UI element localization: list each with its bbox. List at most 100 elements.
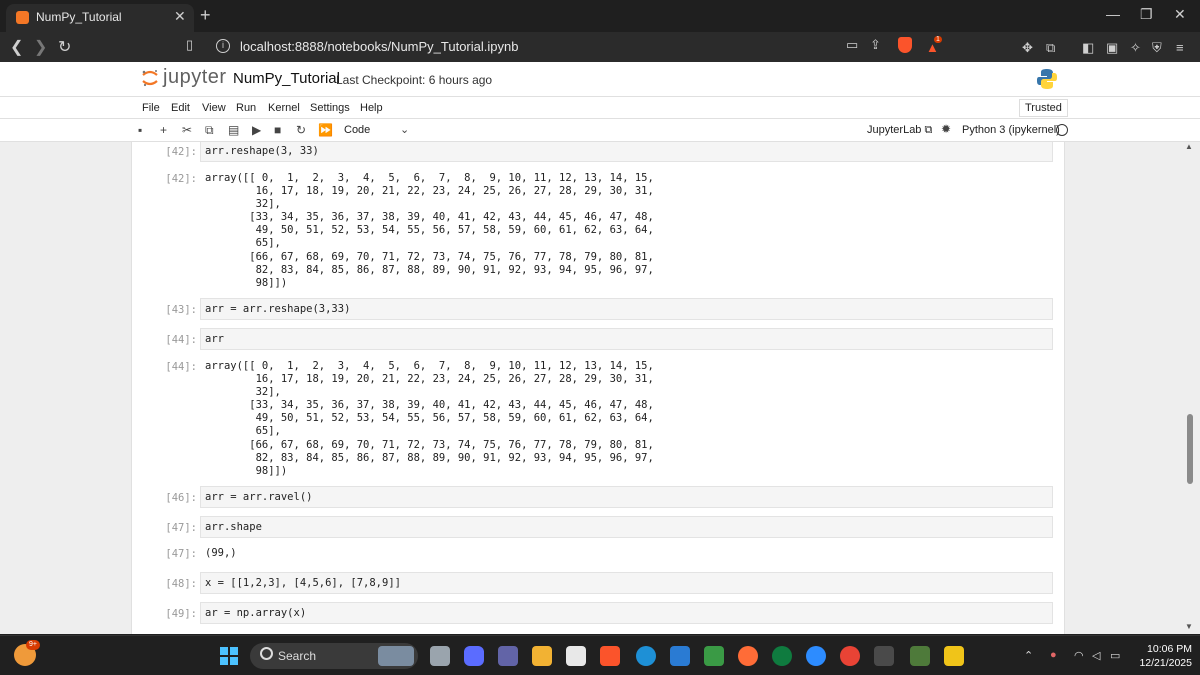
- menu-file[interactable]: File: [142, 102, 160, 114]
- teams-icon[interactable]: [498, 646, 518, 666]
- network-alert-icon[interactable]: ●: [1050, 649, 1057, 661]
- code-cell[interactable]: ar = np.array(x): [200, 602, 1053, 624]
- terminal-icon[interactable]: [874, 646, 894, 666]
- start-icon[interactable]: [220, 647, 238, 665]
- jupyterlab-link[interactable]: JupyterLab ⧉: [867, 124, 932, 137]
- code-text[interactable]: ar = np.array(x): [205, 607, 306, 619]
- code-cell[interactable]: arr.reshape(3, 33): [200, 142, 1053, 162]
- restart-run-all-icon[interactable]: ⏩: [318, 123, 333, 137]
- code-text[interactable]: arr = arr.reshape(3,33): [205, 303, 350, 315]
- copilot-icon[interactable]: [464, 646, 484, 666]
- input-prompt: [42]:: [165, 146, 197, 158]
- url-text[interactable]: localhost:8888/notebooks/NumPy_Tutorial.…: [240, 39, 518, 54]
- jupyter-logo-icon[interactable]: [140, 68, 160, 88]
- code-text[interactable]: arr.reshape(3, 33): [205, 145, 319, 157]
- kernel-name[interactable]: Python 3 (ipykernel): [962, 124, 1060, 136]
- postman-icon[interactable]: [738, 646, 758, 666]
- forward-icon[interactable]: ❯: [34, 37, 47, 57]
- code-text[interactable]: x = [[1,2,3], [4,5,6], [7,8,9]]: [205, 577, 401, 589]
- edge-icon[interactable]: [636, 646, 656, 666]
- code-cell[interactable]: arr.shape: [200, 516, 1053, 538]
- clock[interactable]: 10:06 PM 12/21/2025: [1136, 642, 1192, 670]
- bookmark-icon[interactable]: ▯: [186, 37, 193, 53]
- menu-kernel[interactable]: Kernel: [268, 102, 300, 114]
- vscode-icon[interactable]: [670, 646, 690, 666]
- restore-icon[interactable]: ❐: [1140, 6, 1153, 23]
- scrollbar-thumb[interactable]: [1187, 414, 1193, 484]
- code-cell[interactable]: x = [[1,2,3], [4,5,6], [7,8,9]]: [200, 572, 1053, 594]
- trusted-indicator[interactable]: Trusted: [1019, 99, 1068, 117]
- notebook-area: [42]: arr.reshape(3, 33) [42]: array([[ …: [0, 142, 1200, 634]
- chrome-icon[interactable]: [840, 646, 860, 666]
- vpn-icon[interactable]: ⛨: [1152, 40, 1162, 56]
- notification-badge: 1: [934, 36, 942, 43]
- menu-run[interactable]: Run: [236, 102, 256, 114]
- notebook-name[interactable]: NumPy_Tutorial: [233, 70, 340, 87]
- input-prompt: [43]:: [165, 304, 197, 316]
- powerbi-icon[interactable]: [944, 646, 964, 666]
- kernel-settings-icon[interactable]: ✹: [941, 122, 951, 136]
- reload-icon[interactable]: ↻: [58, 37, 71, 57]
- code-text[interactable]: arr = arr.ravel(): [205, 491, 312, 503]
- menu-view[interactable]: View: [202, 102, 226, 114]
- screenshot-icon[interactable]: ⧉: [1046, 40, 1055, 56]
- save-icon[interactable]: ▪: [138, 123, 142, 137]
- battery-icon[interactable]: ▭: [1110, 649, 1120, 662]
- search-label: Search: [278, 649, 317, 663]
- input-prompt: [48]:: [165, 578, 197, 590]
- search-icon: [260, 647, 273, 660]
- new-tab-button[interactable]: +: [200, 5, 211, 26]
- jupyter-favicon-icon: [16, 11, 29, 24]
- git-icon[interactable]: [704, 646, 724, 666]
- menu-edit[interactable]: Edit: [171, 102, 190, 114]
- paste-icon[interactable]: ▤: [228, 123, 239, 137]
- brave-shields-icon[interactable]: [898, 37, 912, 53]
- chevron-down-icon[interactable]: ⌄: [400, 123, 409, 136]
- stop-icon[interactable]: ■: [274, 123, 281, 137]
- window-close-icon[interactable]: ✕: [1174, 6, 1186, 23]
- site-info-icon[interactable]: i: [216, 39, 230, 53]
- code-text[interactable]: arr: [205, 333, 224, 345]
- extensions-icon[interactable]: ✥: [1022, 40, 1033, 56]
- back-icon[interactable]: ❮: [10, 37, 23, 57]
- time: 10:06 PM: [1147, 643, 1192, 655]
- code-text[interactable]: arr.shape: [205, 521, 262, 533]
- menu-help[interactable]: Help: [360, 102, 383, 114]
- file-explorer-icon[interactable]: [532, 646, 552, 666]
- scroll-down-icon[interactable]: ▼: [1185, 622, 1193, 631]
- close-tab-icon[interactable]: ✕: [174, 8, 186, 25]
- brave-browser-icon[interactable]: [600, 646, 620, 666]
- show-hidden-icons[interactable]: ⌃: [1024, 649, 1033, 662]
- code-cell[interactable]: arr = arr.reshape(3,33): [200, 298, 1053, 320]
- address-bar[interactable]: i localhost:8888/notebooks/NumPy_Tutoria…: [208, 35, 948, 59]
- mongodb-icon[interactable]: [772, 646, 792, 666]
- zoom-icon[interactable]: [806, 646, 826, 666]
- menu-icon[interactable]: ≡: [1176, 40, 1184, 55]
- scrollbar[interactable]: ▲ ▼: [1183, 142, 1197, 634]
- cell-type-select[interactable]: Code: [344, 124, 370, 136]
- scroll-up-icon[interactable]: ▲: [1185, 142, 1193, 151]
- copy-icon[interactable]: ⧉: [205, 123, 214, 138]
- store-icon[interactable]: [566, 646, 586, 666]
- code-cell[interactable]: arr: [200, 328, 1053, 350]
- run-icon[interactable]: ▶: [252, 123, 261, 137]
- browser-tab[interactable]: NumPy_Tutorial ✕: [6, 4, 194, 32]
- code-cell[interactable]: arr = arr.ravel(): [200, 486, 1053, 508]
- minimize-icon[interactable]: —: [1106, 6, 1120, 22]
- search-box[interactable]: Search: [250, 643, 418, 669]
- wifi-icon[interactable]: ◠: [1074, 649, 1084, 662]
- menu-settings[interactable]: Settings: [310, 102, 350, 114]
- leo-ai-icon[interactable]: ✧: [1130, 40, 1141, 56]
- menu-bar: File Edit View Run Kernel Settings Help …: [0, 96, 1200, 118]
- wallet-icon[interactable]: ▣: [1106, 40, 1118, 56]
- share-icon[interactable]: ⇪: [870, 37, 881, 53]
- volume-icon[interactable]: ◁: [1092, 649, 1100, 662]
- output-text: array([[ 0, 1, 2, 3, 4, 5, 6, 7, 8, 9, 1…: [205, 172, 654, 289]
- insert-cell-icon[interactable]: +: [160, 123, 167, 137]
- sidebar-icon[interactable]: ◧: [1082, 40, 1094, 56]
- restart-icon[interactable]: ↻: [296, 123, 306, 137]
- cut-icon[interactable]: ✂: [182, 123, 192, 137]
- reader-mode-icon[interactable]: ▭: [846, 37, 858, 53]
- app-icon[interactable]: [910, 646, 930, 666]
- task-view-icon[interactable]: [430, 646, 450, 666]
